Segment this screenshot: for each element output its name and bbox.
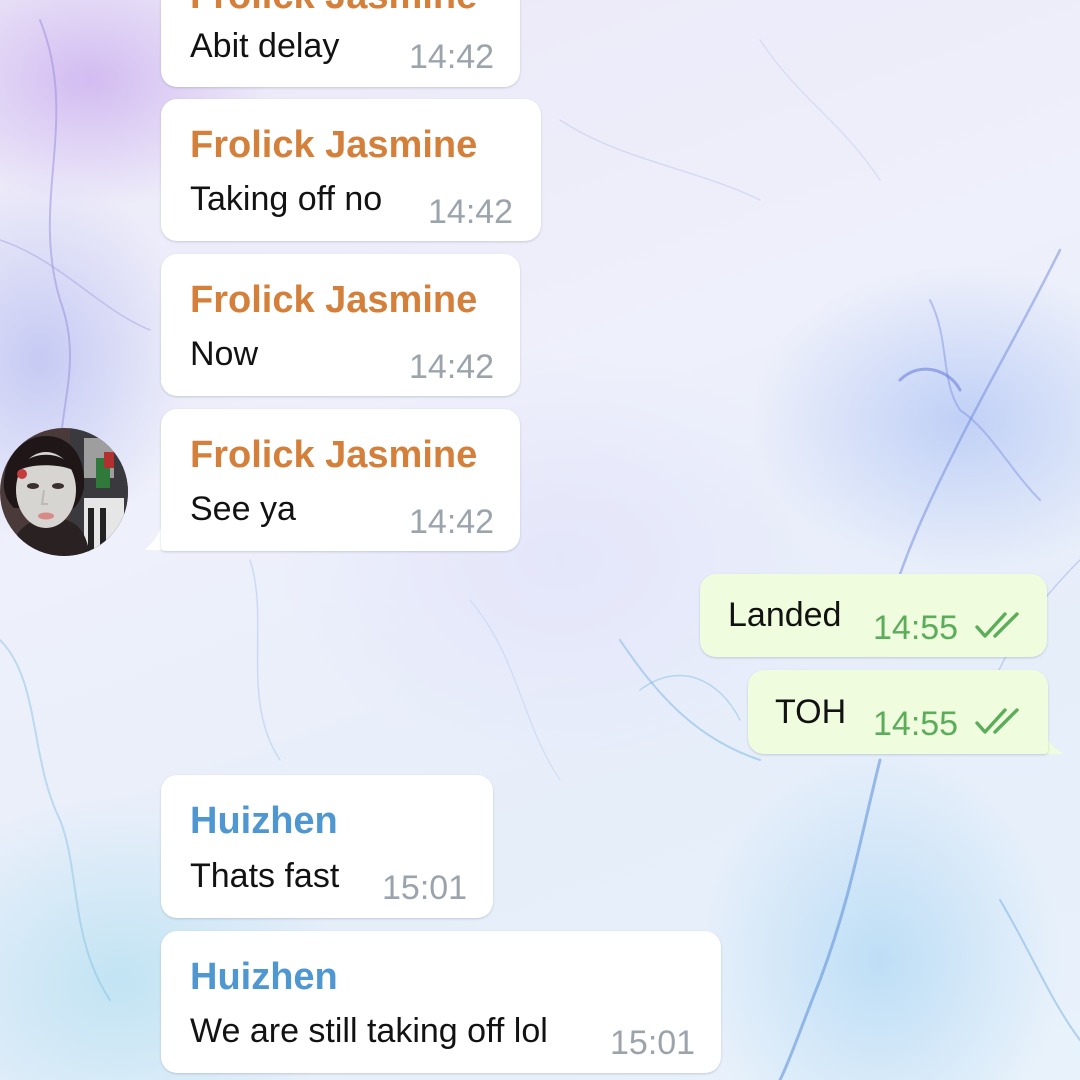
double-check-icon	[975, 612, 1019, 638]
message-bubble-incoming[interactable]: Frolick Jasmine Taking off no 14:42	[161, 99, 541, 241]
message-text: Taking off no	[190, 180, 383, 218]
message-bubble-incoming[interactable]: Huizhen Thats fast 15:01	[161, 775, 493, 918]
message-bubble-incoming[interactable]: Frolick Jasmine See ya 14:42	[161, 409, 520, 551]
sender-name[interactable]: Frolick Jasmine	[190, 0, 477, 16]
message-time: 14:42	[409, 503, 495, 541]
sender-avatar[interactable]	[0, 428, 128, 556]
sender-name[interactable]: Frolick Jasmine	[190, 280, 477, 320]
user-avatar-icon	[0, 428, 128, 556]
sender-name[interactable]: Frolick Jasmine	[190, 125, 477, 165]
sender-name[interactable]: Huizhen	[190, 957, 338, 997]
message-bubble-incoming[interactable]: Frolick Jasmine Abit delay 14:42	[161, 0, 520, 87]
message-text: Now	[190, 335, 259, 373]
message-text: TOH	[775, 693, 847, 731]
message-time: 14:42	[428, 193, 514, 231]
double-check-icon	[975, 708, 1019, 734]
message-bubble-incoming[interactable]: Huizhen We are still taking off lol 15:0…	[161, 931, 721, 1073]
message-text: We are still taking off lol	[190, 1012, 548, 1050]
message-time: 15:01	[610, 1024, 696, 1062]
message-text: Abit delay	[190, 27, 340, 65]
message-text: See ya	[190, 490, 296, 528]
message-time: 14:55	[873, 705, 959, 743]
message-text: Thats fast	[190, 857, 340, 895]
sender-name[interactable]: Huizhen	[190, 801, 338, 841]
message-text: Landed	[728, 596, 842, 634]
message-time: 14:55	[873, 609, 959, 647]
message-bubble-incoming[interactable]: Frolick Jasmine Now 14:42	[161, 254, 520, 396]
message-time: 14:42	[409, 38, 495, 76]
message-time: 15:01	[382, 869, 468, 907]
message-time: 14:42	[409, 348, 495, 386]
message-bubble-outgoing[interactable]: TOH 14:55	[748, 670, 1048, 754]
sender-name[interactable]: Frolick Jasmine	[190, 435, 477, 475]
message-bubble-outgoing[interactable]: Landed 14:55	[700, 574, 1047, 657]
